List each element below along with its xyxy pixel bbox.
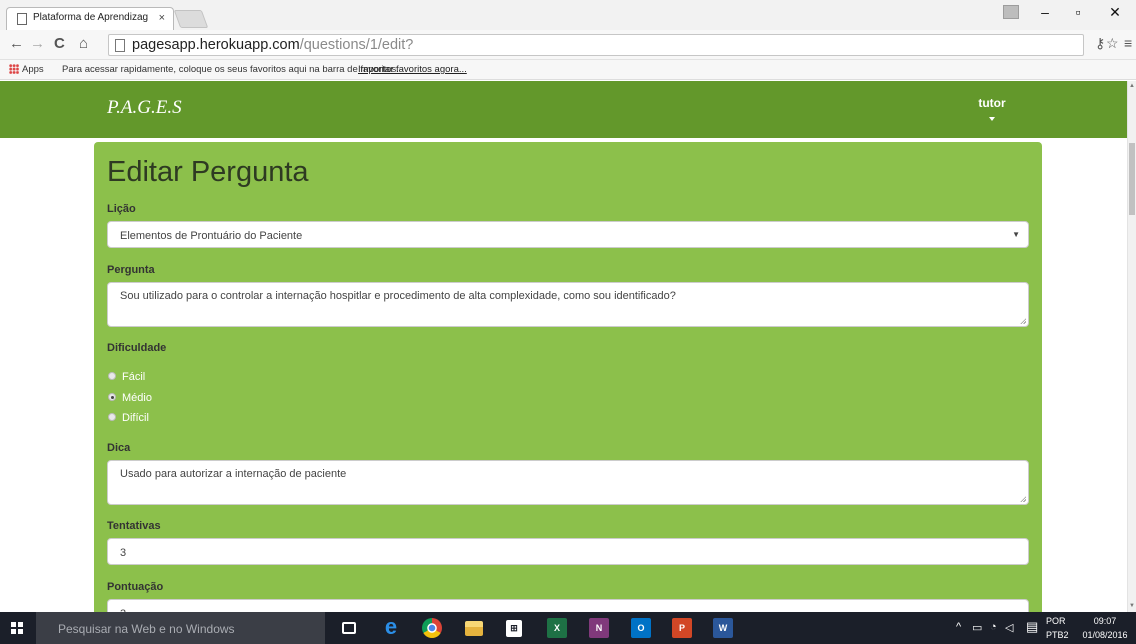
excel-icon[interactable]: X <box>547 618 567 638</box>
page-icon <box>115 39 125 52</box>
radio-button[interactable] <box>108 413 116 422</box>
page-icon <box>17 13 27 25</box>
tab-close-icon[interactable]: × <box>159 12 165 24</box>
wifi-icon[interactable]: ◔ <box>990 621 997 633</box>
user-name: tutor <box>978 96 1006 110</box>
browser-tab-bar: Plataforma de Aprendizag × – ▫ ✕ <box>0 0 1136 30</box>
notifications-icon[interactable]: ▤ <box>1026 619 1038 635</box>
browser-tab[interactable]: Plataforma de Aprendizag × <box>6 7 174 30</box>
tentativas-label: Tentativas <box>107 520 161 532</box>
page-scrollbar[interactable]: ▲ ▼ <box>1127 81 1136 612</box>
edge-icon[interactable]: e <box>381 616 401 638</box>
word-icon[interactable]: W <box>713 618 733 638</box>
radio-button[interactable] <box>108 372 116 381</box>
radio-dificil[interactable]: Difícil <box>108 412 149 424</box>
chrome-icon[interactable] <box>422 618 442 638</box>
minimize-icon[interactable]: – <box>1030 4 1060 20</box>
star-icon[interactable]: ☆ <box>1106 35 1119 52</box>
licao-selected-value: Elementos de Prontuário do Paciente <box>120 230 303 242</box>
windows-taskbar: Pesquisar na Web e no Windows e ⊞ X N O … <box>0 612 1136 644</box>
volume-icon[interactable]: ◁ <box>1005 621 1013 634</box>
resize-handle-icon[interactable] <box>1020 318 1026 324</box>
menu-icon[interactable]: ≡ <box>1124 35 1132 51</box>
input-language[interactable]: POR <box>1046 616 1066 626</box>
browser-toolbar: ← → C ⌂ pagesapp.herokuapp.com/questions… <box>0 30 1136 60</box>
radio-label: Difícil <box>122 412 149 424</box>
back-arrow-icon[interactable]: ← <box>9 35 24 52</box>
caret-down-icon <box>989 117 995 121</box>
apps-grid-icon[interactable] <box>9 64 19 74</box>
apps-link[interactable]: Apps <box>22 64 44 75</box>
key-icon[interactable]: ⚷ <box>1095 35 1105 52</box>
home-icon[interactable]: ⌂ <box>79 35 88 52</box>
radio-label: Fácil <box>122 371 146 383</box>
onenote-icon[interactable]: N <box>589 618 609 638</box>
profile-icon[interactable] <box>1003 5 1019 19</box>
address-bar[interactable]: pagesapp.herokuapp.com/questions/1/edit? <box>108 34 1084 56</box>
edit-question-form: Editar Pergunta Lição Elementos de Pront… <box>94 142 1042 612</box>
pontuacao-input[interactable]: 3 <box>107 599 1029 612</box>
scroll-up-icon[interactable]: ▲ <box>1129 83 1135 89</box>
maximize-icon[interactable]: ▫ <box>1063 4 1093 20</box>
file-explorer-icon[interactable] <box>465 621 483 636</box>
taskbar-search-placeholder: Pesquisar na Web e no Windows <box>58 622 235 636</box>
pergunta-value: Sou utilizado para o controlar a interna… <box>120 290 676 302</box>
show-hidden-icons-icon[interactable]: ^ <box>956 621 961 633</box>
import-bookmarks-link[interactable]: Importar favoritos agora... <box>358 64 467 75</box>
site-navbar: P.A.G.E.S tutor <box>0 81 1127 138</box>
bookmarks-hint: Para acessar rapidamente, coloque os seu… <box>62 64 399 75</box>
dica-value: Usado para autorizar a internação de pac… <box>120 468 347 480</box>
store-icon[interactable]: ⊞ <box>506 620 522 637</box>
user-menu[interactable]: tutor <box>962 96 1022 121</box>
powerpoint-icon[interactable]: P <box>672 618 692 638</box>
forward-arrow-icon[interactable]: → <box>30 35 45 52</box>
url-text: pagesapp.herokuapp.com/questions/1/edit? <box>132 37 413 53</box>
outlook-icon[interactable]: O <box>631 618 651 638</box>
dificuldade-label: Dificuldade <box>107 342 167 354</box>
page-viewport: P.A.G.E.S tutor Editar Pergunta Lição El… <box>0 81 1127 612</box>
dica-textarea[interactable]: Usado para autorizar a internação de pac… <box>107 460 1029 505</box>
dica-label: Dica <box>107 442 131 454</box>
pergunta-label: Pergunta <box>107 264 155 276</box>
radio-label: Médio <box>122 392 152 404</box>
licao-select[interactable]: Elementos de Prontuário do Paciente ▼ <box>107 221 1029 248</box>
url-path: /questions/1/edit? <box>299 37 414 53</box>
taskbar-search[interactable]: Pesquisar na Web e no Windows <box>36 612 325 644</box>
radio-medio[interactable]: Médio <box>108 392 152 404</box>
new-tab-button[interactable] <box>173 10 209 28</box>
radio-button-checked[interactable] <box>108 393 116 402</box>
tentativas-value: 3 <box>120 547 127 559</box>
resize-handle-icon[interactable] <box>1020 496 1026 502</box>
url-host: pagesapp.herokuapp.com <box>132 37 300 53</box>
tab-title: Plataforma de Aprendizag <box>33 12 149 23</box>
licao-label: Lição <box>107 203 136 215</box>
task-view-icon[interactable] <box>342 622 356 634</box>
close-window-icon[interactable]: ✕ <box>1100 4 1130 21</box>
clock-date[interactable]: 01/08/2016 <box>1076 630 1134 640</box>
windows-start-icon[interactable] <box>11 622 23 634</box>
scroll-thumb[interactable] <box>1129 143 1135 215</box>
pergunta-textarea[interactable]: Sou utilizado para o controlar a interna… <box>107 282 1029 327</box>
keyboard-layout[interactable]: PTB2 <box>1046 630 1069 640</box>
pontuacao-label: Pontuação <box>107 581 164 593</box>
scroll-down-icon[interactable]: ▼ <box>1129 603 1135 609</box>
site-brand[interactable]: P.A.G.E.S <box>107 97 182 119</box>
dropdown-arrow-icon: ▼ <box>1012 230 1020 239</box>
radio-facil[interactable]: Fácil <box>108 371 145 383</box>
tentativas-input[interactable]: 3 <box>107 538 1029 565</box>
clock-time[interactable]: 09:07 <box>1090 616 1120 626</box>
battery-icon[interactable]: ▭ <box>972 621 982 634</box>
page-title: Editar Pergunta <box>107 156 309 188</box>
reload-icon[interactable]: C <box>54 35 65 52</box>
bookmarks-bar: Apps Para acessar rapidamente, coloque o… <box>0 60 1136 80</box>
